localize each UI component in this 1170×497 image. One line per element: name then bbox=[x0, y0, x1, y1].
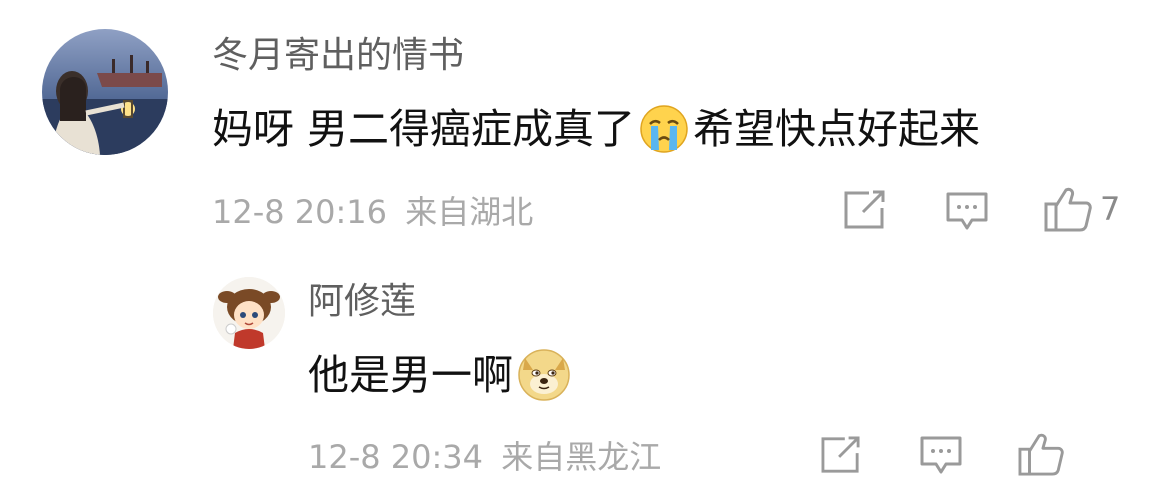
location: 来自黑龙江 bbox=[501, 438, 662, 476]
timestamp: 12-8 20:34 bbox=[308, 438, 484, 476]
share-button[interactable] bbox=[843, 190, 887, 230]
location: 来自湖北 bbox=[405, 193, 534, 231]
avatar[interactable] bbox=[42, 29, 168, 155]
comment-meta: 12-8 20:34 来自黑龙江 bbox=[308, 441, 661, 473]
avatar-cartoon bbox=[213, 277, 285, 349]
reply-button[interactable] bbox=[946, 192, 988, 232]
username[interactable]: 阿修莲 bbox=[308, 284, 416, 320]
avatar[interactable] bbox=[213, 277, 285, 349]
like-button[interactable]: 7 bbox=[1044, 186, 1120, 232]
avatar-photo bbox=[42, 29, 168, 155]
like-count: 7 bbox=[1100, 190, 1121, 228]
comment-text-part: 妈呀 男二得癌症成真了 bbox=[212, 104, 636, 153]
thumbs-up-icon bbox=[1018, 433, 1064, 476]
comment-text-part: 他是男一啊 bbox=[308, 350, 513, 399]
like-button[interactable] bbox=[1018, 432, 1064, 476]
doge-icon bbox=[517, 348, 571, 402]
reply-button[interactable] bbox=[920, 436, 962, 476]
crying-face-icon bbox=[639, 104, 689, 154]
share-icon bbox=[821, 436, 860, 473]
timestamp: 12-8 20:16 bbox=[212, 193, 388, 231]
comment-text: 他是男一啊 bbox=[308, 348, 575, 402]
share-icon bbox=[844, 190, 885, 229]
thumbs-up-icon bbox=[1044, 187, 1092, 232]
comment-icon bbox=[920, 436, 962, 474]
username[interactable]: 冬月寄出的情书 bbox=[212, 38, 464, 74]
comment-text: 妈呀 男二得癌症成真了 希望快点好起来 bbox=[212, 104, 980, 154]
comment-icon bbox=[946, 192, 988, 230]
comment-text-part: 希望快点好起来 bbox=[693, 104, 981, 153]
share-button[interactable] bbox=[820, 436, 862, 474]
comment-meta: 12-8 20:16 来自湖北 bbox=[212, 196, 533, 228]
